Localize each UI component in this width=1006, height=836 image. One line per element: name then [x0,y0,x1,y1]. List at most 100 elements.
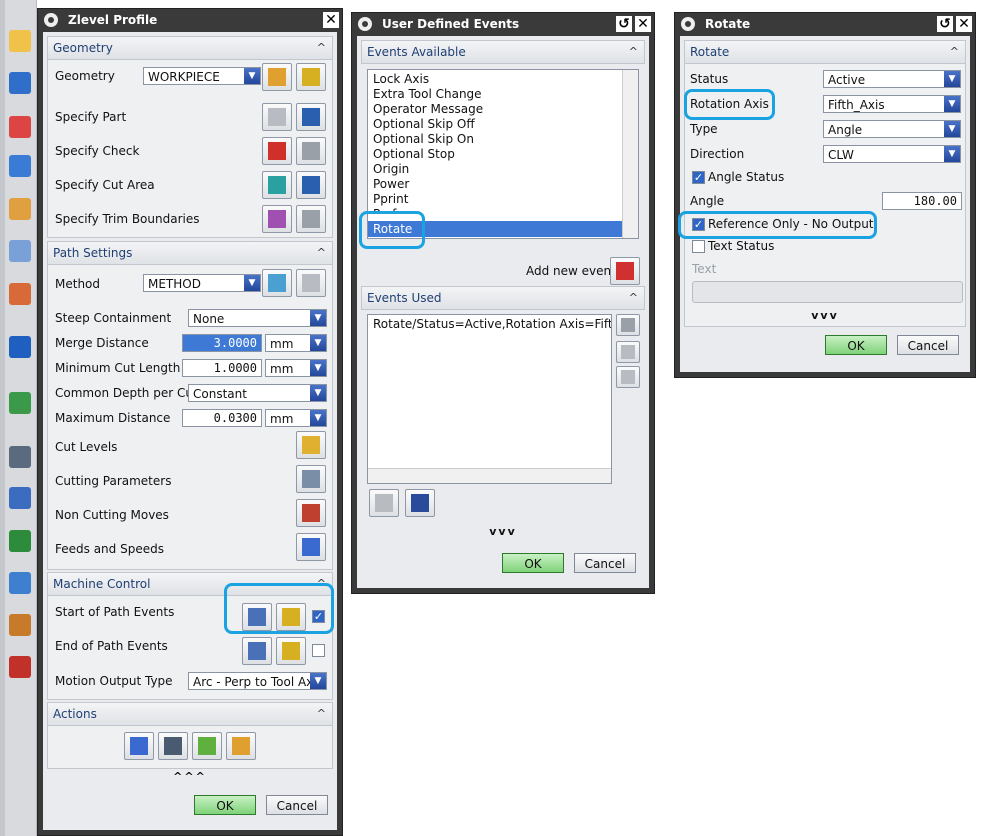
max-distance-input[interactable]: 0.0300 [182,409,262,427]
min-cut-length-input[interactable]: 1.0000 [182,359,262,377]
actions-section-header[interactable]: Actions ^ [47,702,333,726]
list-item[interactable]: Optional Skip On [373,132,474,146]
list-item[interactable]: Optional Skip Off [373,117,475,131]
common-depth-select[interactable]: Constant ▼ [188,384,327,402]
events-used-header[interactable]: Events Used ^ [361,286,645,310]
list-button[interactable] [226,732,256,760]
gear-icon[interactable] [44,13,58,27]
display-check-button[interactable] [296,137,326,165]
display-trim-button[interactable] [296,205,326,233]
chevron-down-icon[interactable]: ▼ [944,71,960,87]
list-item[interactable]: Optional Stop [373,147,455,161]
chevron-down-icon[interactable]: ▼ [310,385,326,401]
chevron-up-icon[interactable]: ^ [317,703,326,725]
end-events-checkbox[interactable] [312,644,325,657]
list-item[interactable]: Power [373,177,409,191]
steep-containment-select[interactable]: None ▼ [188,309,327,327]
close-button[interactable]: ✕ [956,16,972,32]
new-method-button[interactable] [262,269,292,297]
web-browser-icon[interactable] [9,336,31,358]
status-select[interactable]: Active ▼ [823,70,961,88]
ok-button[interactable]: OK [825,335,887,355]
constraint-navigator-icon[interactable] [9,72,31,94]
more-toggle[interactable]: vvv [357,525,649,538]
geometry-section-header[interactable]: Geometry ^ [47,36,333,60]
edit-geometry-button[interactable] [296,63,326,91]
list-item[interactable]: Extra Tool Change [373,87,482,101]
list-item[interactable]: Pprint [373,192,408,206]
remove-event-button[interactable] [616,314,640,336]
reset-button[interactable]: ↺ [937,16,953,32]
chevron-up-icon[interactable]: ^ [317,37,326,59]
method-select[interactable]: METHOD ▼ [143,274,261,292]
machine-tool-navigator-icon[interactable] [9,198,31,220]
gear-icon[interactable] [681,17,695,31]
chevron-down-icon[interactable]: ▼ [244,275,260,291]
list-item[interactable]: Lock Axis [373,72,429,86]
select-check-button[interactable] [262,137,292,165]
select-part-button[interactable] [262,103,292,131]
ok-button[interactable]: OK [194,795,256,815]
chevron-down-icon[interactable]: ▼ [310,310,326,326]
edit-method-button[interactable] [296,269,326,297]
list-item[interactable]: Rotate/Status=Active,Rotation Axis=Fifth… [373,317,611,331]
non-cutting-moves-button[interactable] [296,499,326,527]
direction-select[interactable]: CLW ▼ [823,145,961,163]
type-select[interactable]: Angle ▼ [823,120,961,138]
feeds-speeds-button[interactable] [296,533,326,561]
gear-icon[interactable] [358,17,372,31]
text-input[interactable] [692,281,963,303]
replay-button[interactable] [158,732,188,760]
cancel-button[interactable]: Cancel [266,795,328,815]
cancel-button[interactable]: Cancel [574,553,636,573]
process-studio-icon[interactable] [9,530,31,552]
more-toggle[interactable]: ^^^ [43,770,337,783]
chevron-up-icon[interactable]: ^ [317,242,326,264]
angle-status-checkbox[interactable]: ✓ [692,171,705,184]
move-up-button[interactable] [616,341,640,363]
cutting-parameters-button[interactable] [296,465,326,493]
rotate-section-header[interactable]: Rotate ^ [684,40,966,64]
events-used-list[interactable]: Rotate/Status=Active,Rotation Axis=Fifth… [367,314,612,484]
history-icon[interactable] [9,392,31,414]
chevron-down-icon[interactable]: ▼ [310,335,326,351]
events-used-hscrollbar[interactable] [368,468,611,483]
move-down-button[interactable] [616,366,640,388]
clock-icon[interactable] [9,446,31,468]
chevron-up-icon[interactable]: ^ [629,287,638,309]
chevron-up-icon[interactable]: ^ [629,41,638,63]
system-materials-icon[interactable] [9,487,31,509]
ok-button[interactable]: OK [502,553,564,573]
merge-distance-input[interactable]: 3.0000 [182,334,262,352]
manufacturing-wizards-icon[interactable] [9,572,31,594]
select-cut-area-button[interactable] [262,171,292,199]
new-geometry-button[interactable] [262,63,292,91]
events-available-scrollbar[interactable] [622,70,638,238]
path-settings-section-header[interactable]: Path Settings ^ [47,241,333,265]
close-button[interactable]: ✕ [635,16,651,32]
edit-event-button[interactable] [369,489,399,517]
events-available-header[interactable]: Events Available ^ [361,40,645,64]
chevron-down-icon[interactable]: ▼ [944,146,960,162]
chevron-up-icon[interactable]: ^ [950,41,959,63]
info-button[interactable] [405,489,435,517]
angle-input[interactable]: 180.00 [882,192,962,210]
edit-end-events-button[interactable] [276,637,306,665]
roles-icon[interactable] [9,614,31,636]
system-scenes-icon[interactable] [9,656,31,678]
more-toggle[interactable]: vvv [680,309,970,322]
close-button[interactable]: ✕ [323,12,339,28]
motion-output-select[interactable]: Arc - Perp to Tool Axis ▼ [188,672,327,690]
chevron-down-icon[interactable]: ▼ [944,96,960,112]
geometry-select[interactable]: WORKPIECE ▼ [143,67,261,85]
chevron-down-icon[interactable]: ▼ [944,121,960,137]
display-cut-area-button[interactable] [296,171,326,199]
add-new-event-button[interactable] [610,257,640,285]
display-part-button[interactable] [296,103,326,131]
list-item[interactable]: Origin [373,162,409,176]
select-trim-button[interactable] [262,205,292,233]
hd3d-tools-icon[interactable] [9,283,31,305]
cut-levels-button[interactable] [296,431,326,459]
list-item[interactable]: Operator Message [373,102,483,116]
reset-button[interactable]: ↺ [616,16,632,32]
